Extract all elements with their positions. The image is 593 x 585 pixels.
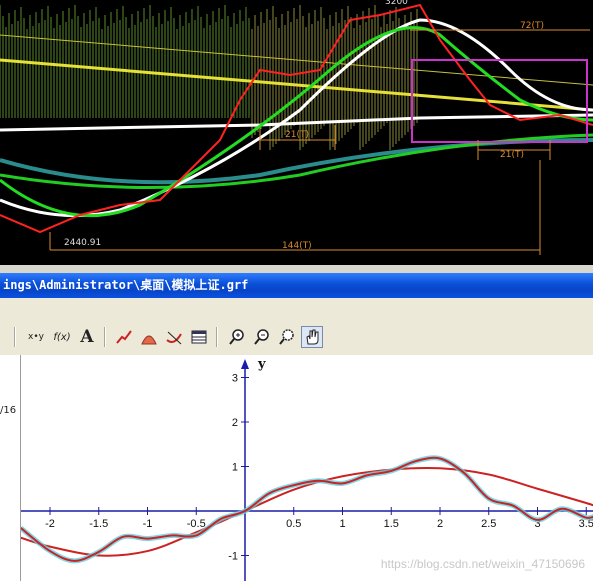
x-tick-label: -1.5: [89, 518, 108, 530]
y-axis-label: y: [257, 357, 266, 372]
graph-area[interactable]: y -2 -1.5 -1 -0.5 0.5 1 1.5 2 2.5 3 3.5 3 2 1 -1: [19, 355, 593, 581]
y-tick-label: -1: [228, 551, 238, 563]
toolbar: x•y f(x) A: [0, 298, 593, 356]
period-label-144: 144(T): [282, 241, 312, 251]
window-gap: [0, 265, 593, 273]
y-axis-arrow: [241, 359, 249, 369]
toolbar-separator: [104, 327, 106, 347]
price-label-top: 3200: [385, 0, 408, 7]
y-tick-label: 1: [232, 462, 238, 474]
y-tick-label: 2: [232, 417, 238, 429]
zoom-fit-icon[interactable]: [276, 326, 298, 348]
watermark: https://blog.csdn.net/weixin_47150696: [380, 557, 585, 571]
stock-chart-screenshot: 3200 72(T) 21(T) 21(T) 144(T) 2440.91: [0, 0, 593, 265]
x-tick-label: -2: [45, 518, 55, 530]
curve-icon[interactable]: [113, 326, 135, 348]
toolbar-separator: [216, 327, 218, 347]
function-list-text: /16: [0, 405, 17, 416]
period-label-72: 72(T): [520, 21, 544, 31]
window-title[interactable]: ings\Administrator\桌面\模拟上证.grf: [0, 273, 593, 298]
x-tick-label: -1: [143, 518, 153, 530]
zoom-in-icon[interactable]: [226, 326, 248, 348]
price-label-low: 2440.91: [64, 238, 101, 248]
y-tick-label: 3: [232, 373, 238, 385]
x-tick-label: 2: [437, 518, 443, 530]
x-tick-label: 2.5: [481, 518, 496, 530]
hand-icon[interactable]: [301, 326, 323, 348]
toolbar-separator: [14, 327, 16, 347]
shade-icon[interactable]: [138, 326, 160, 348]
x-tick-label: -0.5: [187, 518, 206, 530]
text-button[interactable]: A: [76, 326, 98, 348]
function-list-panel[interactable]: /16: [0, 355, 21, 581]
series-highlight-cyan: [19, 455, 593, 564]
period-label-21b: 21(T): [500, 150, 524, 160]
period-label-21a: 21(T): [285, 130, 309, 140]
graph-svg[interactable]: y-2 -1.5 -1 -0.5 0.5 1 1.5 2 2.5 3 3.5321-1: [19, 355, 593, 581]
xy-button[interactable]: x•y: [25, 326, 47, 348]
function-button[interactable]: f(x): [51, 326, 73, 348]
tangent-icon[interactable]: [163, 326, 185, 348]
x-tick-label: 1.5: [384, 518, 399, 530]
table-icon[interactable]: [188, 326, 210, 348]
x-tick-label: 1: [339, 518, 345, 530]
zoom-out-icon[interactable]: [251, 326, 273, 348]
x-tick-label: 0.5: [286, 518, 301, 530]
